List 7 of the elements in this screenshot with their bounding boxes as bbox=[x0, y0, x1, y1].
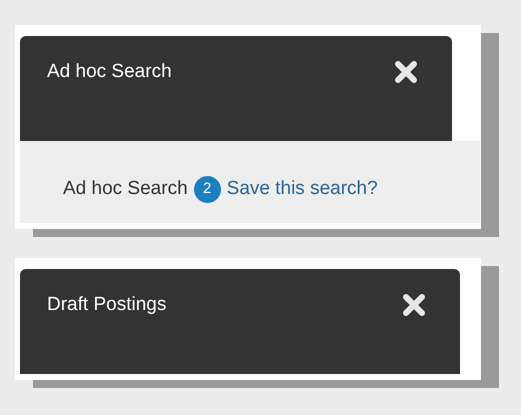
search-label: Ad hoc Search bbox=[63, 176, 188, 201]
count-badge: 2 bbox=[194, 176, 221, 202]
panel-title: Draft Postings bbox=[47, 293, 166, 317]
close-icon[interactable] bbox=[394, 61, 418, 83]
close-icon[interactable] bbox=[402, 294, 426, 316]
save-search-link[interactable]: Save this search? bbox=[226, 174, 378, 204]
panel-title: Ad hoc Search bbox=[47, 60, 172, 84]
